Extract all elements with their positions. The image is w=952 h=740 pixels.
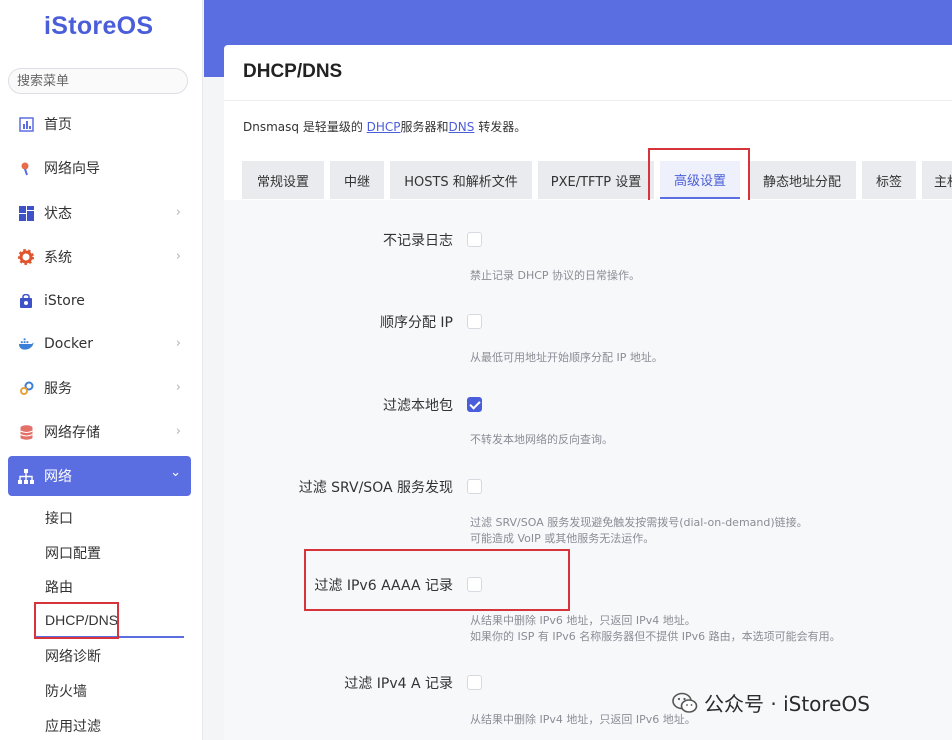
tab-hosts-partial[interactable]: 主机 <box>922 161 952 199</box>
tab-advanced[interactable]: 高级设置 <box>660 161 740 199</box>
sidebar-item-docker[interactable]: Docker › <box>8 326 191 362</box>
page-description: Dnsmasq 是轻量级的 DHCP服务器和DNS 转发器。 <box>243 118 526 135</box>
checkbox-sequential-ip[interactable] <box>467 314 482 329</box>
help-line: 过滤 SRV/SOA 服务发现避免触发按需拨号(dial-on-demand)链… <box>470 516 808 529</box>
sidebar-item-label: 首页 <box>44 117 72 133</box>
tab-pxe-tftp[interactable]: PXE/TFTP 设置 <box>538 161 654 199</box>
help-line: 禁止记录 DHCP 协议的日常操作。 <box>470 269 641 282</box>
chevron-down-icon: ⌄ <box>170 465 181 480</box>
sidebar-item-label: Docker <box>44 336 94 352</box>
submenu-item-interfaces[interactable]: 接口 <box>45 508 73 528</box>
sidebar-item-home[interactable]: 首页 <box>8 106 191 142</box>
watermark-text: 公众号 · iStoreOS <box>704 692 870 716</box>
tab-general[interactable]: 常规设置 <box>242 161 324 199</box>
docker-icon <box>18 336 34 352</box>
option-label-filter-a: 过滤 IPv4 A 记录 <box>344 676 453 692</box>
checkbox-filter-a[interactable] <box>467 675 482 690</box>
checkbox-filter-srv-soa[interactable] <box>467 479 482 494</box>
option-label-filter-local: 过滤本地包 <box>383 398 453 414</box>
sidebar-item-network[interactable]: 网络 ⌄ <box>8 456 191 496</box>
option-label-sequential-ip: 顺序分配 IP <box>379 315 453 331</box>
sidebar-item-label: iStore <box>44 293 85 309</box>
checkbox-filter-aaaa[interactable] <box>467 577 482 592</box>
gear-icon <box>18 249 34 265</box>
chevron-right-icon: › <box>175 205 181 220</box>
help-line: 不转发本地网络的反向查询。 <box>470 433 613 446</box>
submenu-item-port-config[interactable]: 网口配置 <box>45 543 101 563</box>
description-text: Dnsmasq 是轻量级的 <box>243 120 367 134</box>
title-divider <box>224 100 952 101</box>
sidebar-item-label: 状态 <box>44 206 72 222</box>
network-icon <box>18 468 34 484</box>
description-text: 转发器。 <box>474 120 527 134</box>
search-box[interactable] <box>8 68 188 94</box>
submenu-item-app-filter[interactable]: 应用过滤 <box>45 716 101 736</box>
store-icon <box>18 293 34 309</box>
sidebar-item-istore[interactable]: iStore <box>8 283 191 319</box>
checkbox-filter-local[interactable] <box>467 397 482 412</box>
sidebar-item-storage[interactable]: 网络存储 › <box>8 414 191 450</box>
sidebar-item-system[interactable]: 系统 › <box>8 239 191 275</box>
sidebar-item-label: 系统 <box>44 250 72 266</box>
option-help-filter-local: 不转发本地网络的反向查询。 <box>470 432 613 448</box>
sidebar-item-label: 网络向导 <box>44 161 100 177</box>
help-line: 如果你的 ISP 有 IPv6 名称服务器但不提供 IPv6 路由，本选项可能会… <box>470 630 841 643</box>
chevron-right-icon: › <box>175 380 181 395</box>
page-title: DHCP/DNS <box>243 61 343 82</box>
chevron-right-icon: › <box>175 424 181 439</box>
option-help-filter-a: 从结果中删除 IPv4 地址，只返回 IPv6 地址。 <box>470 712 696 728</box>
chevron-right-icon: › <box>175 336 181 351</box>
active-submenu-indicator <box>36 636 184 638</box>
wizard-icon <box>18 160 34 176</box>
watermark: 公众号 · iStoreOS <box>672 688 870 717</box>
option-help-filter-aaaa: 从结果中删除 IPv6 地址，只返回 IPv4 地址。 如果你的 ISP 有 I… <box>470 613 841 645</box>
storage-icon <box>18 424 34 440</box>
tab-static-leases[interactable]: 静态地址分配 <box>748 161 856 199</box>
checkbox-no-log[interactable] <box>467 232 482 247</box>
option-label-filter-aaaa: 过滤 IPv6 AAAA 记录 <box>314 578 453 594</box>
submenu-item-firewall[interactable]: 防火墙 <box>45 681 87 701</box>
submenu-item-routes[interactable]: 路由 <box>45 577 73 597</box>
sidebar-item-services[interactable]: 服务 › <box>8 370 191 406</box>
sidebar-item-label: 网络存储 <box>44 425 100 441</box>
status-icon <box>18 205 34 221</box>
option-help-sequential-ip: 从最低可用地址开始顺序分配 IP 地址。 <box>470 350 663 366</box>
option-label-filter-srv-soa: 过滤 SRV/SOA 服务发现 <box>298 480 453 496</box>
sidebar-item-status[interactable]: 状态 › <box>8 195 191 231</box>
chevron-right-icon: › <box>175 249 181 264</box>
dns-link[interactable]: DNS <box>449 120 475 134</box>
services-icon <box>18 380 34 396</box>
sidebar-item-label: 服务 <box>44 381 72 397</box>
app-logo[interactable]: iStoreOS <box>44 12 153 41</box>
help-line: 从最低可用地址开始顺序分配 IP 地址。 <box>470 351 663 364</box>
tab-tags[interactable]: 标签 <box>862 161 916 199</box>
sidebar-item-wizard[interactable]: 网络向导 <box>8 150 191 186</box>
home-icon <box>18 116 34 132</box>
option-help-no-log: 禁止记录 DHCP 协议的日常操作。 <box>470 268 640 284</box>
sidebar-item-label: 网络 <box>44 469 72 485</box>
help-line: 从结果中删除 IPv6 地址，只返回 IPv4 地址。 <box>470 614 696 627</box>
search-input[interactable] <box>9 69 187 93</box>
submenu-item-dhcp-dns[interactable]: DHCP/DNS <box>45 612 118 628</box>
help-line: 从结果中删除 IPv4 地址，只返回 IPv6 地址。 <box>470 713 696 726</box>
sidebar: iStoreOS 首页 网络向导 状态 › 系统 › iStore <box>0 0 203 740</box>
dhcp-link[interactable]: DHCP <box>367 120 401 134</box>
tab-hosts[interactable]: HOSTS 和解析文件 <box>390 161 532 199</box>
help-line: 可能造成 VoIP 或其他服务无法运作。 <box>470 532 655 545</box>
wechat-icon <box>672 692 698 713</box>
tab-relay[interactable]: 中继 <box>330 161 384 199</box>
option-help-filter-srv-soa: 过滤 SRV/SOA 服务发现避免触发按需拨号(dial-on-demand)链… <box>470 515 808 547</box>
option-label-no-log: 不记录日志 <box>383 233 453 249</box>
description-text: 服务器和 <box>400 120 449 134</box>
submenu-item-diagnostics[interactable]: 网络诊断 <box>45 646 101 666</box>
